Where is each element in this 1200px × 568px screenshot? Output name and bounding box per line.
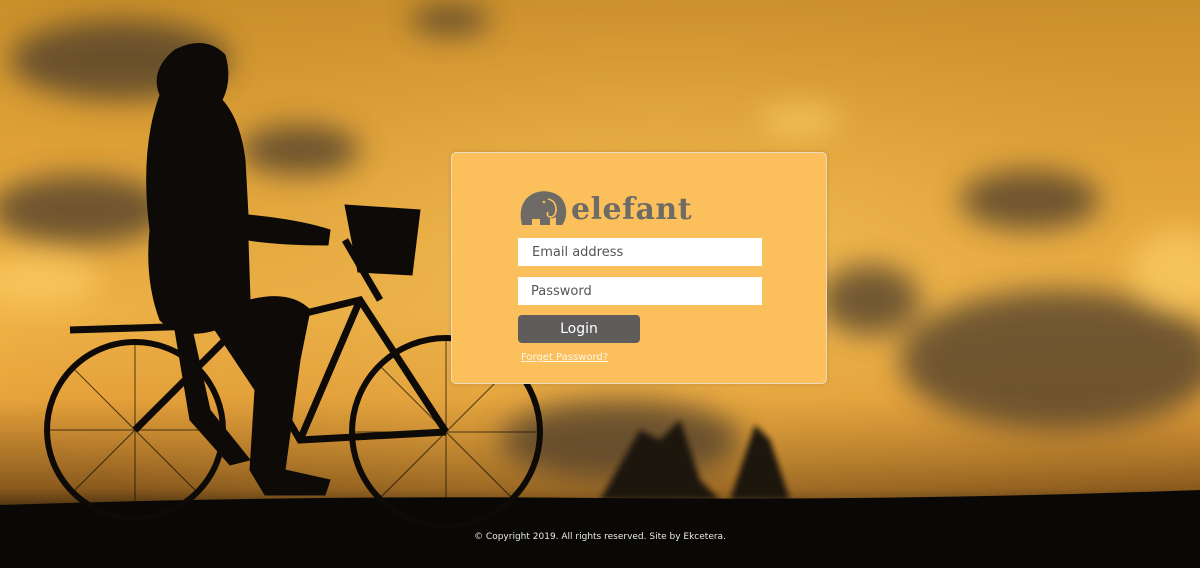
login-panel: elefant Login Forget Password?: [451, 152, 827, 384]
footer-copyright: © Copyright 2019. All rights reserved. S…: [474, 532, 726, 542]
password-field[interactable]: [518, 277, 762, 305]
login-button[interactable]: Login: [518, 315, 640, 343]
login-page: elefant Login Forget Password? © Copyrig…: [0, 0, 1200, 568]
brand-name: elefant: [571, 192, 693, 227]
brand-logo: elefant: [518, 187, 692, 227]
forgot-password-link[interactable]: Forget Password?: [521, 352, 608, 363]
elephant-icon: [520, 191, 567, 225]
email-field[interactable]: [518, 238, 762, 266]
